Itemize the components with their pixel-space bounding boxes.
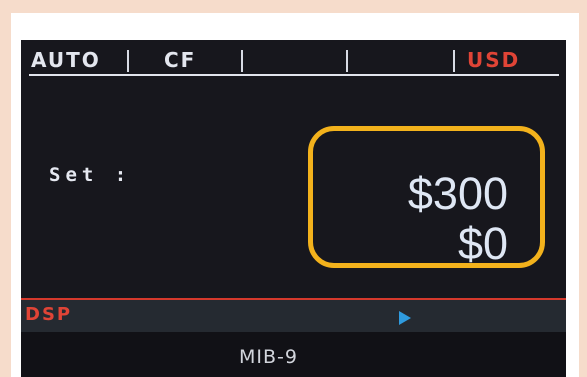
- status-underline: [29, 74, 559, 76]
- display-bar-accent: [21, 298, 566, 300]
- status-divider: [346, 50, 348, 72]
- status-divider: [453, 50, 455, 72]
- device-screen: AUTO CF USD Set : $300 $0 DSP MIB-9: [21, 40, 566, 377]
- status-bar: AUTO CF USD: [21, 40, 566, 80]
- model-label: MIB-9: [239, 346, 298, 368]
- function-indicator[interactable]: CF: [164, 48, 196, 72]
- model-footer: MIB-9: [21, 332, 566, 377]
- dsp-label: DSP: [25, 304, 73, 325]
- mode-indicator[interactable]: AUTO: [31, 48, 101, 72]
- status-divider: [241, 50, 243, 72]
- currency-indicator[interactable]: USD: [467, 48, 520, 72]
- amount-highlight-outline: [308, 126, 545, 268]
- play-icon[interactable]: [399, 311, 411, 325]
- status-divider: [127, 50, 129, 72]
- display-bar: DSP: [21, 298, 566, 332]
- set-label: Set :: [49, 164, 132, 186]
